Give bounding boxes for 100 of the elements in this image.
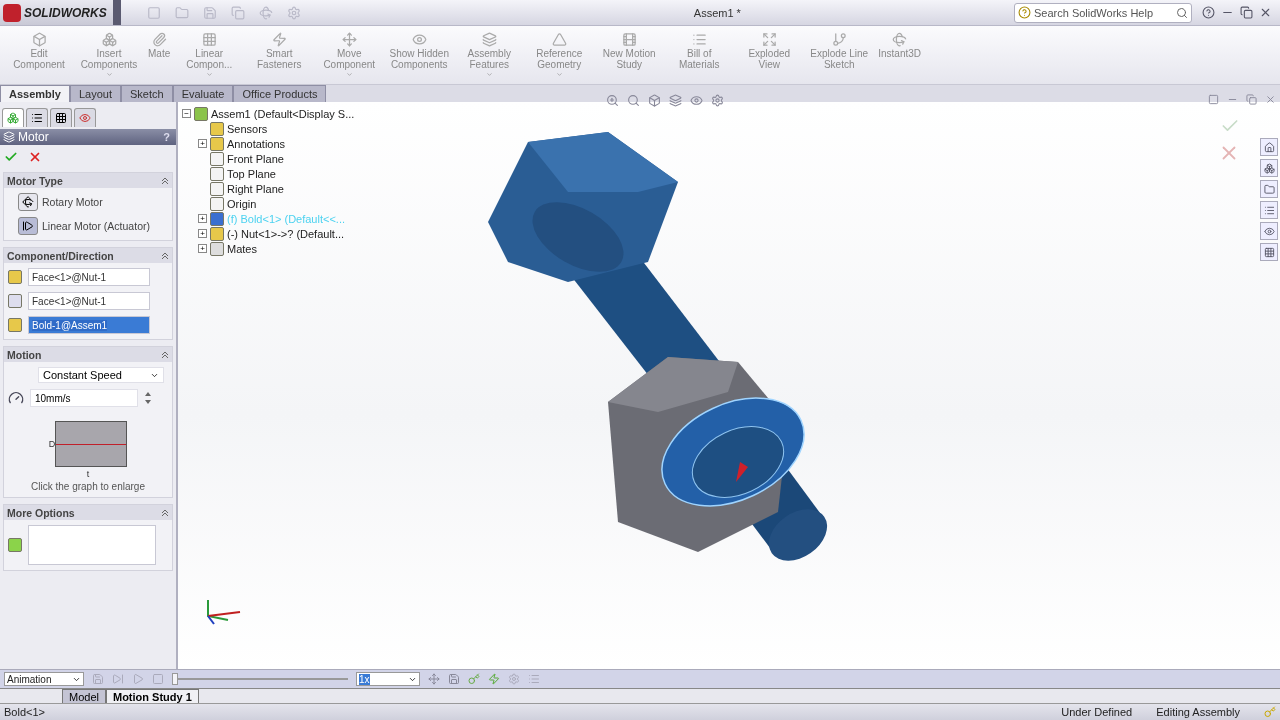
document-title: Assem1 * [692, 6, 742, 19]
appearance-button[interactable] [1260, 222, 1278, 240]
caret-icon [105, 71, 113, 78]
config-tab[interactable] [50, 108, 72, 127]
expand-toggle[interactable]: + [198, 139, 207, 148]
box-icon [31, 32, 47, 47]
selection-field[interactable]: Face<1>@Nut-1 [28, 268, 150, 286]
eye-icon [79, 112, 91, 124]
tree-item[interactable]: Top Plane [227, 167, 276, 180]
folder-icon[interactable] [174, 5, 189, 20]
tree-item[interactable]: (-) Nut<1>->? (Default... [227, 227, 345, 240]
ok-icon[interactable] [4, 150, 18, 164]
search-field[interactable]: Search SolidWorks Help [1014, 2, 1192, 23]
motion-graph[interactable] [55, 421, 128, 467]
collapse-icon[interactable] [161, 508, 169, 517]
collapse-icon[interactable] [161, 350, 169, 359]
feature-icon [210, 226, 224, 241]
section-title: Motion [7, 348, 42, 361]
gauge-icon [8, 390, 24, 406]
tab[interactable]: Office Products [233, 85, 327, 102]
function-dropdown[interactable]: Constant Speed [38, 367, 164, 383]
zoom-icon[interactable] [606, 94, 619, 107]
status-text: Bold<1> [4, 706, 46, 718]
library-button[interactable] [1260, 159, 1278, 177]
save-icon[interactable] [448, 673, 460, 685]
branch-icon [831, 32, 847, 47]
section-title: Component/Direction [7, 249, 114, 262]
expand-toggle[interactable]: − [182, 109, 191, 118]
tab[interactable]: Sketch [121, 85, 173, 102]
caret-icon [485, 71, 493, 78]
property-tab[interactable] [26, 108, 48, 127]
display-style-icon[interactable] [669, 94, 682, 107]
close-icon[interactable] [1265, 94, 1276, 105]
tab[interactable]: Evaluate [172, 85, 234, 102]
feature-icon [210, 241, 224, 256]
speed-field[interactable]: 10mm/s [30, 389, 138, 407]
graph-hint: Click the graph to enlarge [31, 481, 145, 492]
section-title: Motor Type [7, 174, 63, 187]
selection-icon [8, 318, 22, 332]
search-icon[interactable] [1176, 6, 1188, 19]
tree-item[interactable]: Annotations [227, 137, 286, 150]
tree-item[interactable]: Origin [227, 197, 257, 210]
layers-icon [3, 131, 15, 143]
cancel-icon[interactable] [28, 150, 42, 164]
eye-icon [1263, 225, 1275, 237]
save-icon[interactable] [202, 5, 217, 20]
triangle-icon [551, 32, 567, 47]
expand-toggle[interactable]: + [198, 244, 207, 253]
options-field[interactable] [28, 525, 156, 565]
home-icon [1263, 141, 1275, 153]
grid-icon [201, 32, 217, 47]
home-button[interactable] [1260, 138, 1278, 156]
tree-item[interactable]: Sensors [227, 122, 268, 135]
section-title: More Options [7, 506, 75, 519]
split-view-icon[interactable] [1208, 94, 1219, 105]
expand-toggle[interactable]: + [198, 214, 207, 223]
motor-type-button[interactable] [18, 193, 38, 211]
eye-icon[interactable] [690, 94, 703, 107]
list-button[interactable] [1260, 201, 1278, 219]
zoom-area-icon[interactable] [627, 94, 640, 107]
feature-icon [210, 211, 224, 226]
collapse-icon[interactable] [161, 176, 169, 185]
settings-icon[interactable] [286, 5, 301, 20]
panel-title: Motor [18, 130, 50, 144]
restore-icon[interactable] [1246, 94, 1257, 105]
boxes-icon [101, 32, 117, 47]
settings-icon[interactable] [711, 94, 724, 107]
feature-icon [194, 106, 208, 121]
expand-toggle[interactable]: + [198, 229, 207, 238]
speed-dropdown[interactable]: 1x [356, 672, 420, 686]
paperclip-icon [151, 32, 167, 47]
selection-icon [8, 270, 22, 284]
view-cube-icon[interactable] [648, 94, 661, 107]
caret-icon [205, 71, 213, 78]
tree-item[interactable]: Mates [227, 242, 257, 255]
folder-button[interactable] [1260, 180, 1278, 198]
help-icon[interactable] [1202, 6, 1215, 19]
folder-icon [1263, 183, 1275, 195]
study-tab[interactable]: Motion Study 1 [105, 689, 199, 703]
close-icon[interactable] [1259, 6, 1272, 19]
spinner-icon[interactable] [144, 391, 152, 405]
lightning-icon [271, 32, 287, 47]
axis-label: t [86, 469, 90, 479]
play-from-start-icon[interactable] [112, 673, 124, 685]
tab[interactable]: Layout [70, 85, 121, 102]
tree-item[interactable]: Assem1 (Default<Display S... [211, 107, 355, 120]
tree-item[interactable]: Front Plane [227, 152, 284, 165]
arrow-icon [22, 220, 34, 232]
grid-button[interactable] [1260, 243, 1278, 261]
selection-field[interactable]: Bold-1@Assem1 [28, 316, 150, 334]
tree-item[interactable]: Right Plane [227, 182, 284, 195]
motor-type-button[interactable] [18, 217, 38, 235]
study-tab[interactable]: Model [62, 689, 106, 703]
restore-icon[interactable] [1240, 6, 1253, 19]
collapse-icon[interactable] [161, 251, 169, 260]
timeline-handle[interactable] [172, 673, 178, 685]
tab[interactable]: Assembly [0, 85, 70, 102]
study-type-dropdown[interactable]: Animation [4, 672, 84, 686]
selection-field[interactable]: Face<1>@Nut-1 [28, 292, 150, 310]
feature-icon [210, 121, 224, 136]
